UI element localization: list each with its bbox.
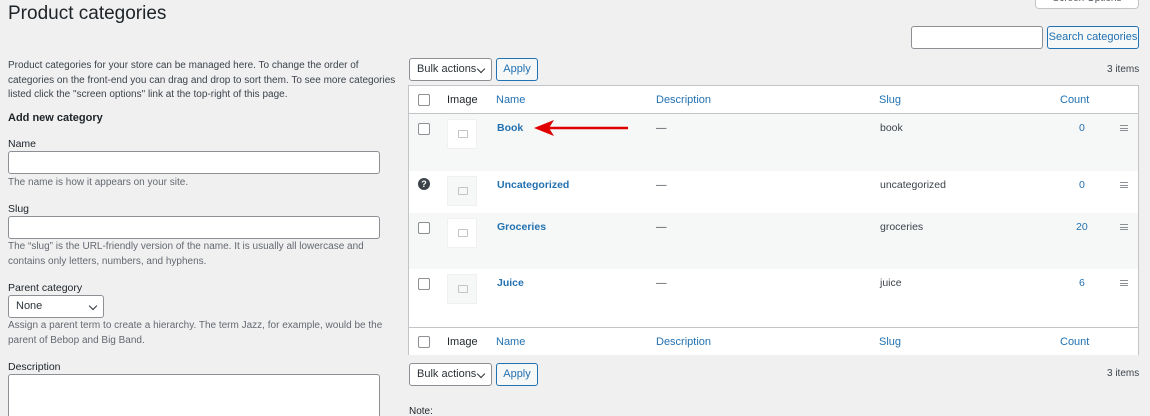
drag-handle-icon[interactable] bbox=[1120, 280, 1128, 286]
name-label: Name bbox=[8, 138, 37, 150]
parent-category-select[interactable]: None bbox=[8, 295, 104, 318]
drag-handle-icon[interactable] bbox=[1120, 125, 1128, 131]
parent-category-value: None bbox=[16, 300, 43, 312]
description-field[interactable] bbox=[8, 374, 380, 416]
drag-handle-icon[interactable] bbox=[1120, 182, 1128, 188]
intro-text: Product categories for your store can be… bbox=[8, 60, 396, 100]
annotation-arrow bbox=[534, 120, 628, 136]
row-checkbox[interactable] bbox=[418, 278, 430, 290]
drag-handle-icon[interactable] bbox=[1120, 224, 1128, 230]
category-slug: groceries bbox=[880, 221, 924, 233]
category-thumbnail bbox=[447, 218, 477, 248]
chevron-down-icon bbox=[476, 64, 486, 74]
column-image: Image bbox=[447, 94, 478, 106]
table-header: Image Name Description Slug Count bbox=[409, 86, 1138, 114]
category-name-link[interactable]: Groceries bbox=[497, 221, 546, 233]
table-footer: Image Name Description Slug Count bbox=[409, 327, 1138, 355]
category-description: — bbox=[656, 221, 667, 233]
select-all-checkbox-footer[interactable] bbox=[418, 336, 430, 348]
placeholder-image-icon bbox=[458, 130, 468, 138]
row-checkbox[interactable] bbox=[418, 123, 430, 135]
category-thumbnail bbox=[447, 274, 477, 304]
search-input[interactable] bbox=[911, 26, 1043, 49]
parent-category-label: Parent category bbox=[8, 282, 83, 294]
help-question-icon[interactable]: ? bbox=[418, 178, 430, 190]
table-row: Groceries — groceries 20 bbox=[409, 213, 1138, 269]
apply-button-top[interactable]: Apply bbox=[496, 58, 538, 81]
bulk-actions-value: Bulk actions bbox=[417, 368, 477, 380]
category-thumbnail bbox=[447, 119, 477, 149]
column-count-footer[interactable]: Count bbox=[1060, 336, 1089, 348]
bulk-actions-select-top[interactable]: Bulk actions bbox=[409, 58, 492, 81]
category-description: — bbox=[656, 277, 667, 289]
placeholder-image-icon bbox=[458, 187, 468, 195]
apply-button-bottom[interactable]: Apply bbox=[496, 363, 538, 386]
bulk-actions-value: Bulk actions bbox=[417, 63, 477, 75]
category-thumbnail bbox=[447, 176, 477, 206]
table-row: Book — book 0 bbox=[409, 114, 1138, 171]
items-count-top: 3 items bbox=[1107, 64, 1140, 75]
category-description: — bbox=[656, 122, 667, 134]
category-slug: juice bbox=[880, 277, 902, 289]
category-name-link[interactable]: Book bbox=[497, 122, 523, 134]
column-slug-footer[interactable]: Slug bbox=[879, 336, 901, 348]
bulk-actions-select-bottom[interactable]: Bulk actions bbox=[409, 363, 492, 386]
column-name[interactable]: Name bbox=[496, 94, 525, 106]
name-help: The name is how it appears on your site. bbox=[8, 177, 189, 188]
column-description[interactable]: Description bbox=[656, 94, 711, 106]
category-slug: uncategorized bbox=[880, 179, 946, 191]
column-name-footer[interactable]: Name bbox=[496, 336, 525, 348]
screen-options-button[interactable]: Screen Options bbox=[1035, 0, 1139, 9]
table-row: ? Uncategorized — uncategorized 0 bbox=[409, 171, 1138, 213]
note-heading: Note: bbox=[409, 406, 433, 416]
chevron-down-icon bbox=[88, 301, 98, 311]
category-count-link[interactable]: 0 bbox=[1079, 122, 1085, 134]
slug-field[interactable] bbox=[8, 216, 380, 239]
category-count-link[interactable]: 6 bbox=[1079, 277, 1085, 289]
category-count-link[interactable]: 0 bbox=[1079, 179, 1085, 191]
category-count-link[interactable]: 20 bbox=[1076, 221, 1088, 233]
name-field[interactable] bbox=[8, 151, 380, 174]
chevron-down-icon bbox=[476, 369, 486, 379]
slug-label: Slug bbox=[8, 203, 30, 215]
add-category-heading: Add new category bbox=[8, 112, 103, 124]
column-slug[interactable]: Slug bbox=[879, 94, 901, 106]
column-image-footer: Image bbox=[447, 336, 478, 348]
category-name-link[interactable]: Juice bbox=[497, 277, 524, 289]
column-count[interactable]: Count bbox=[1060, 94, 1089, 106]
search-categories-button[interactable]: Search categories bbox=[1047, 26, 1139, 49]
category-description: — bbox=[656, 179, 667, 191]
table-row: Juice — juice 6 bbox=[409, 269, 1138, 327]
placeholder-image-icon bbox=[458, 229, 468, 237]
categories-table: Image Name Description Slug Count Book —… bbox=[408, 85, 1139, 355]
column-description-footer[interactable]: Description bbox=[656, 336, 711, 348]
items-count-bottom: 3 items bbox=[1107, 368, 1140, 379]
slug-help: The “slug” is the URL-friendly version o… bbox=[8, 241, 364, 267]
select-all-checkbox[interactable] bbox=[418, 94, 430, 106]
placeholder-image-icon bbox=[458, 285, 468, 293]
page-title: Product categories bbox=[8, 3, 167, 24]
row-checkbox[interactable] bbox=[418, 222, 430, 234]
parent-category-help: Assign a parent term to create a hierarc… bbox=[8, 320, 383, 346]
category-name-link[interactable]: Uncategorized bbox=[497, 179, 569, 191]
description-label: Description bbox=[8, 361, 61, 373]
category-slug: book bbox=[880, 122, 903, 134]
